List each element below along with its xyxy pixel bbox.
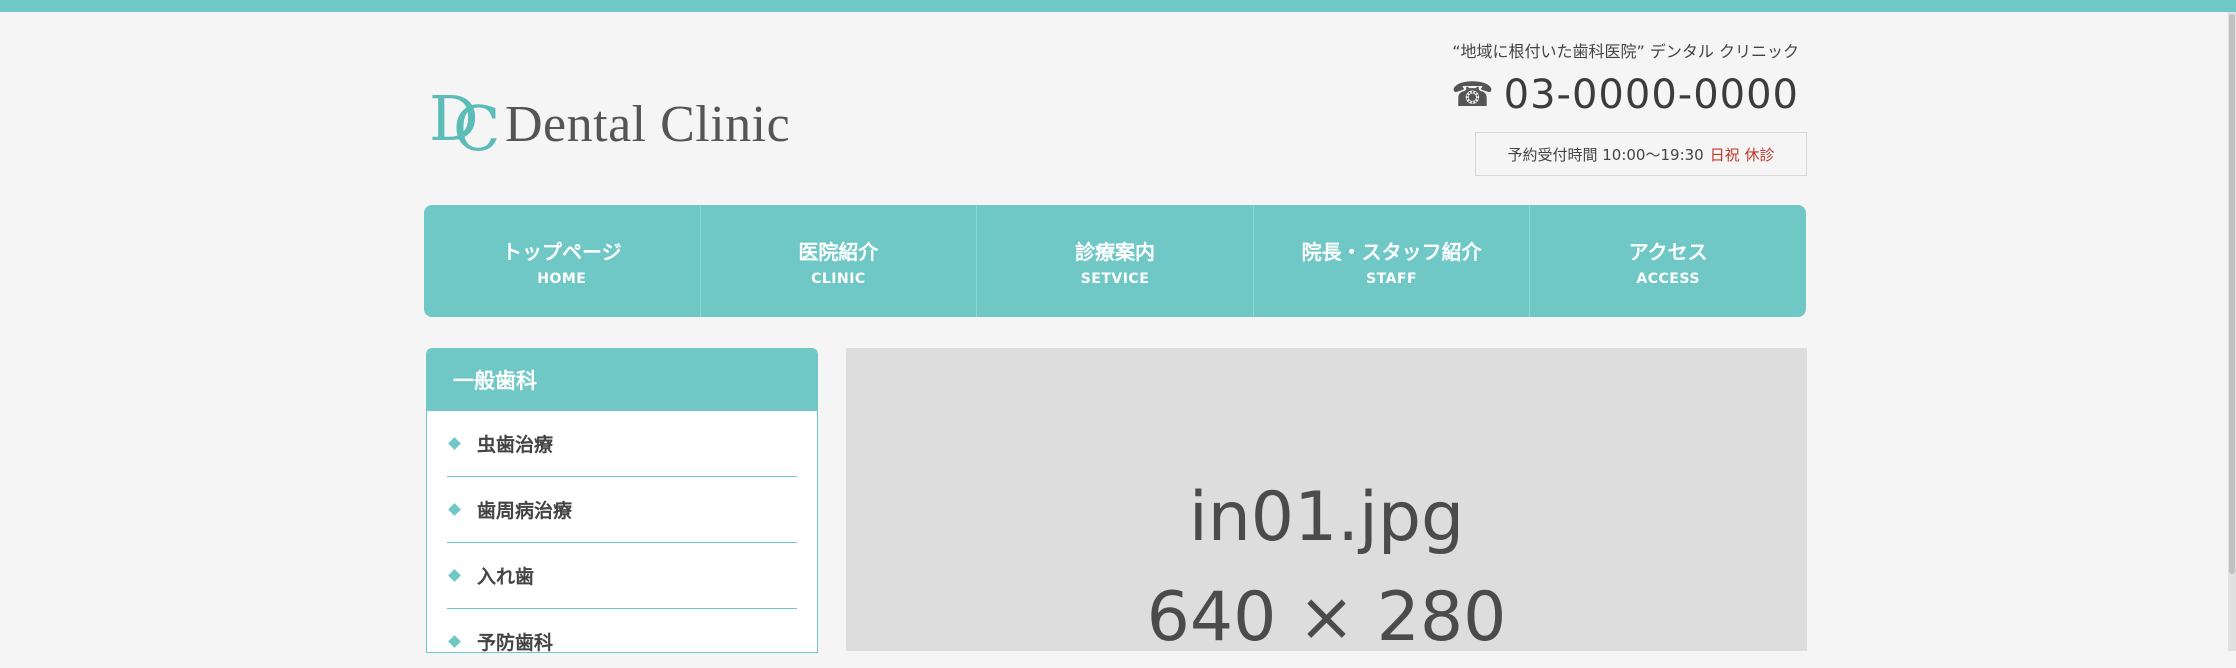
top-accent-bar <box>0 0 2236 12</box>
phone-contact[interactable]: ☎ 03-0000-0000 <box>1451 72 1799 118</box>
sidebar-item-preventive[interactable]: 予防歯科 <box>447 609 797 653</box>
page-container: D C Dental Clinic “地域に根付いた歯科医院” デンタル クリニ… <box>423 12 1807 657</box>
nav-item-access[interactable]: アクセス ACCESS <box>1530 205 1806 317</box>
sidebar-item-caries[interactable]: 虫歯治療 <box>447 411 797 477</box>
site-logo[interactable]: D C Dental Clinic <box>429 88 791 160</box>
nav-sublabel: ACCESS <box>1636 270 1700 287</box>
nav-label: 院長・スタッフ紹介 <box>1301 239 1482 264</box>
sidebar-item-label: 歯周病治療 <box>477 500 573 522</box>
sidebar-item-periodontal[interactable]: 歯周病治療 <box>447 477 797 543</box>
nav-item-service[interactable]: 診療案内 SETVICE <box>977 205 1254 317</box>
nav-item-home[interactable]: トップページ HOME <box>424 205 701 317</box>
sidebar-item-label: 入れ歯 <box>477 566 535 588</box>
phone-number: 03-0000-0000 <box>1503 72 1799 118</box>
diamond-bullet-icon <box>448 437 461 450</box>
sidebar-list: 虫歯治療 歯周病治療 入れ歯 予防歯科 <box>427 411 817 653</box>
placeholder-filename: in01.jpg <box>1188 478 1465 557</box>
nav-label: トップページ <box>501 239 622 264</box>
hours-label: 予約受付時間 10:00〜19:30 <box>1507 145 1704 164</box>
main-image-placeholder: in01.jpg 640 × 280 <box>846 348 1807 657</box>
phone-icon: ☎ <box>1451 75 1494 115</box>
sidebar-title: 一般歯科 <box>427 349 817 411</box>
scrollbar-thumb[interactable] <box>2229 14 2235 574</box>
nav-sublabel: SETVICE <box>1080 270 1150 287</box>
nav-label: 医院紹介 <box>798 239 879 264</box>
sidebar-item-label: 予防歯科 <box>477 632 554 653</box>
placeholder-dimensions: 640 × 280 <box>1146 578 1507 657</box>
nav-label: アクセス <box>1628 239 1708 264</box>
nav-label: 診療案内 <box>1074 239 1155 264</box>
sidebar-item-dentures[interactable]: 入れ歯 <box>447 543 797 609</box>
nav-sublabel: STAFF <box>1366 270 1418 287</box>
logo-mark: D C <box>429 88 500 160</box>
reception-hours-box: 予約受付時間 10:00〜19:30 日祝 休診 <box>1475 132 1807 176</box>
vertical-scrollbar[interactable] <box>2228 12 2236 651</box>
nav-item-clinic[interactable]: 医院紹介 CLINIC <box>701 205 978 317</box>
tagline: “地域に根付いた歯科医院” デンタル クリニック <box>1452 42 1799 61</box>
logo-mark-c: C <box>453 92 501 165</box>
nav-sublabel: HOME <box>537 270 587 287</box>
diamond-bullet-icon <box>448 569 461 582</box>
nav-sublabel: CLINIC <box>811 270 866 287</box>
sidebar-menu: 一般歯科 虫歯治療 歯周病治療 入れ歯 予防歯科 <box>426 348 818 653</box>
sidebar-item-label: 虫歯治療 <box>477 434 554 456</box>
nav-item-staff[interactable]: 院長・スタッフ紹介 STAFF <box>1254 205 1531 317</box>
diamond-bullet-icon <box>448 503 461 516</box>
global-nav: トップページ HOME 医院紹介 CLINIC 診療案内 SETVICE 院長・… <box>424 205 1806 317</box>
diamond-bullet-icon <box>448 635 461 648</box>
logo-text: Dental Clinic <box>505 95 791 153</box>
closed-days: 日祝 休診 <box>1709 145 1775 164</box>
